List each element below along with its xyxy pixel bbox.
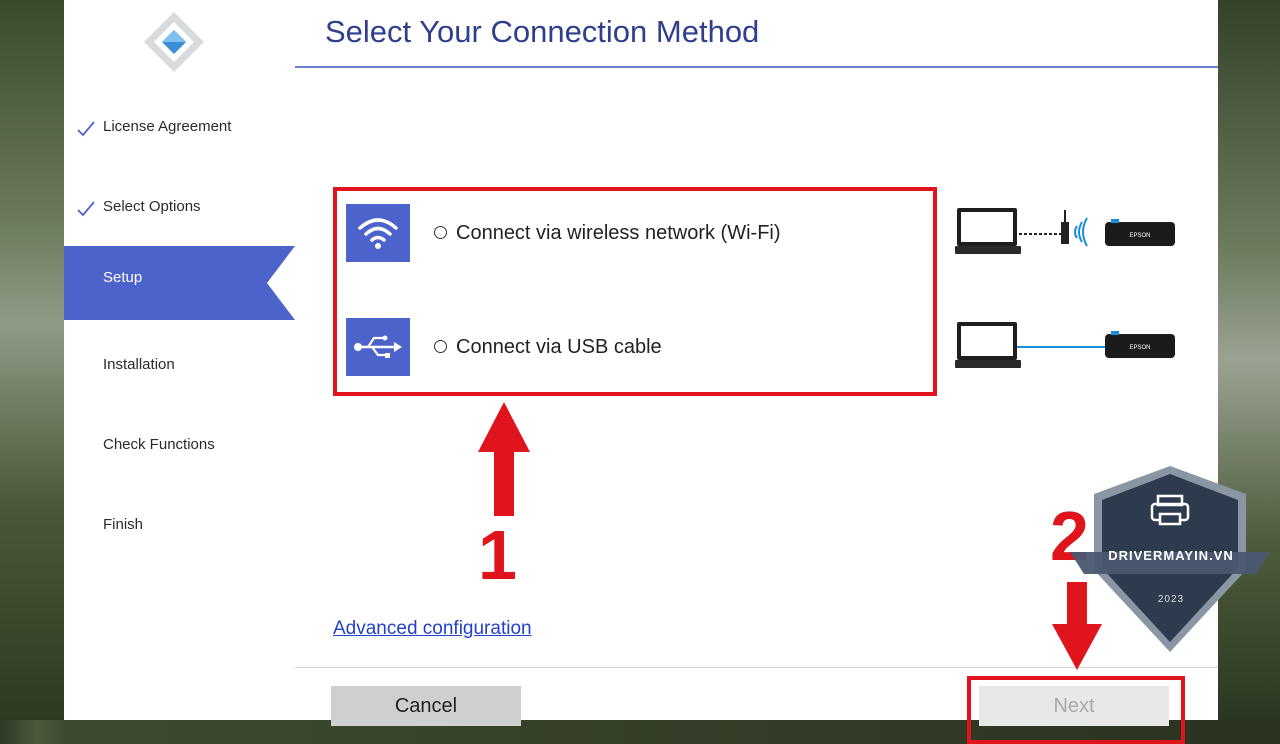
title-divider (295, 66, 1218, 68)
option-usb[interactable]: Connect via USB cable (346, 318, 916, 376)
checkmark-icon (77, 201, 95, 217)
background-left (0, 0, 64, 720)
sidebar-step-label: Setup (103, 269, 143, 286)
active-step-notch (267, 246, 295, 320)
sidebar: License Agreement Select Options Setup I… (64, 0, 295, 720)
cancel-button[interactable]: Cancel (331, 686, 521, 726)
wifi-connection-diagram: EPSON (955, 208, 1175, 254)
installer-window: License Agreement Select Options Setup I… (64, 0, 1218, 744)
watermark-year: 2023 (1157, 594, 1185, 605)
option-wifi[interactable]: Connect via wireless network (Wi-Fi) (346, 204, 916, 262)
annotation-number-1: 1 (478, 516, 517, 594)
svg-text:EPSON: EPSON (1129, 345, 1150, 351)
checkmark-icon (77, 121, 95, 137)
sidebar-step-license-agreement: License Agreement (64, 108, 295, 148)
sidebar-step-label: Finish (103, 516, 144, 533)
wifi-option-label[interactable]: Connect via wireless network (Wi-Fi) (456, 222, 781, 245)
watermark-text: DRIVERMAYIN.VN (1108, 548, 1234, 563)
wifi-icon (346, 204, 410, 262)
sidebar-step-label: License Agreement (103, 118, 232, 135)
svg-text:EPSON: EPSON (1129, 233, 1150, 239)
sidebar-step-check-functions: Check Functions (64, 426, 295, 466)
usb-connection-diagram: EPSON (955, 322, 1175, 368)
sidebar-step-label: Installation (103, 356, 175, 373)
app-logo-icon (144, 12, 204, 72)
sidebar-step-setup: Setup (64, 246, 295, 320)
usb-radio-button[interactable] (434, 340, 447, 353)
arrow-up-icon (478, 402, 530, 516)
advanced-configuration-link[interactable]: Advanced configuration (333, 618, 532, 640)
sidebar-step-select-options: Select Options (64, 188, 295, 228)
sidebar-step-finish: Finish (64, 506, 295, 546)
usb-icon (346, 318, 410, 376)
usb-option-label[interactable]: Connect via USB cable (456, 336, 662, 359)
sidebar-step-label: Check Functions (103, 436, 215, 453)
sidebar-step-label: Select Options (103, 198, 201, 215)
sidebar-step-installation: Installation (64, 346, 295, 386)
page-title: Select Your Connection Method (325, 14, 760, 49)
wifi-radio-button[interactable] (434, 226, 447, 239)
next-highlight-box (967, 676, 1185, 744)
